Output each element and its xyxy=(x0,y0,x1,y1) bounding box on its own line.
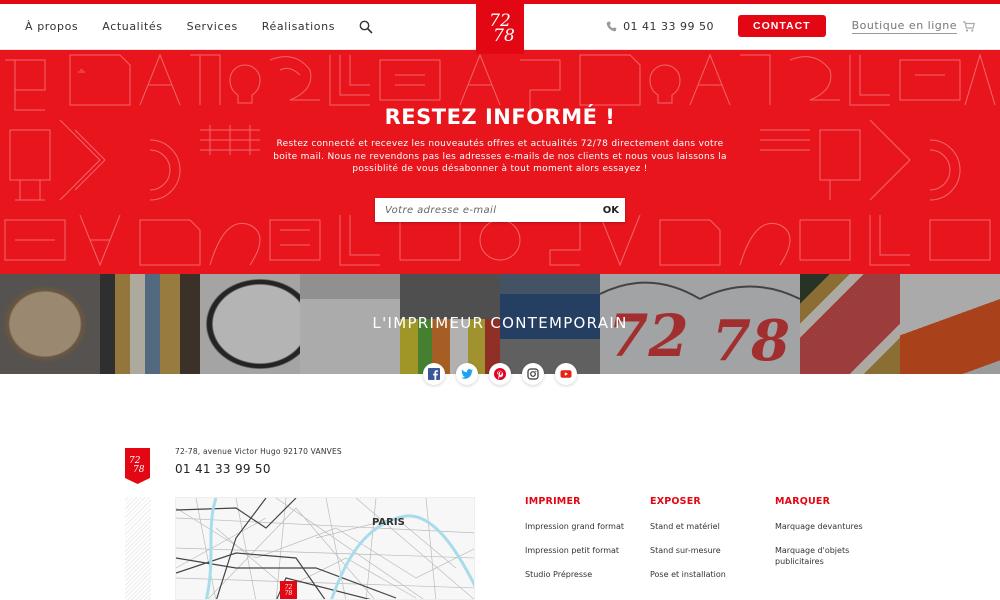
pin-bottom-number: 78 xyxy=(284,590,293,597)
shop-link[interactable]: Boutique en ligne xyxy=(851,18,975,34)
map-location-pin[interactable]: 72 78 xyxy=(280,581,297,599)
site-logo[interactable]: 72 78 xyxy=(476,4,524,54)
nav-services[interactable]: Services xyxy=(187,20,238,33)
logo-bottom-number: 78 xyxy=(493,26,515,46)
location-map[interactable]: PARIS 72 78 xyxy=(175,497,475,600)
nav-about[interactable]: À propos xyxy=(25,20,78,33)
footer-phone[interactable]: 01 41 33 99 50 xyxy=(175,462,271,476)
footer-link[interactable]: Stand et matériel xyxy=(650,521,775,532)
column-title: MARQUER xyxy=(775,496,831,507)
footer-link[interactable]: Pose et installation xyxy=(650,569,775,580)
band-title: L'IMPRIMEUR CONTEMPORAIN xyxy=(372,314,628,332)
search-icon[interactable] xyxy=(359,19,373,34)
footer-column-marquer: MARQUER Marquage devantures Marquage d'o… xyxy=(775,496,900,593)
email-input[interactable] xyxy=(375,204,597,216)
footer-column-exposer: EXPOSER Stand et matériel Stand sur-mesu… xyxy=(650,496,775,593)
footer-column-imprimer: IMPRIMER Impression grand format Impress… xyxy=(525,496,650,593)
cart-icon xyxy=(963,20,975,32)
instagram-link[interactable] xyxy=(522,363,544,385)
decorative-hatch xyxy=(125,497,151,600)
youtube-icon xyxy=(560,370,572,378)
phone-icon xyxy=(606,20,617,31)
nav-portfolio[interactable]: Réalisations xyxy=(262,20,335,33)
shop-link-label: Boutique en ligne xyxy=(851,18,957,34)
newsletter-description: Restez connecté et recevez les nouveauté… xyxy=(273,139,727,174)
column-title: IMPRIMER xyxy=(525,496,581,507)
footer-service-columns: IMPRIMER Impression grand format Impress… xyxy=(525,496,900,593)
instagram-icon xyxy=(527,368,539,380)
social-links xyxy=(423,363,577,385)
footer-logo: 72 78 xyxy=(125,448,150,484)
footer-link[interactable]: Marquage devantures xyxy=(775,521,900,532)
svg-text:72: 72 xyxy=(608,302,689,370)
map-label-paris: PARIS xyxy=(372,517,405,528)
twitter-icon xyxy=(461,369,473,379)
footer-link[interactable]: Marquage d'objets publicitaires xyxy=(775,545,865,567)
facebook-icon xyxy=(428,368,440,380)
footer-address: 72-78, avenue Victor Hugo 92170 VANVES xyxy=(175,447,342,456)
newsletter-title: RESTEZ INFORMÉ ! xyxy=(384,105,616,129)
footer-link[interactable]: Impression grand format xyxy=(525,521,650,532)
column-title: EXPOSER xyxy=(650,496,701,507)
newsletter-section: RESTEZ INFORMÉ ! Restez connecté et rece… xyxy=(0,50,1000,274)
svg-text:78: 78 xyxy=(133,465,145,475)
pinterest-link[interactable] xyxy=(489,363,511,385)
header-phone[interactable]: 01 41 33 99 50 xyxy=(606,20,714,33)
header-actions: 01 41 33 99 50 CONTACT Boutique en ligne xyxy=(606,4,975,48)
contact-button[interactable]: CONTACT xyxy=(738,15,826,37)
youtube-link[interactable] xyxy=(555,363,577,385)
twitter-link[interactable] xyxy=(456,363,478,385)
facebook-link[interactable] xyxy=(423,363,445,385)
header-phone-number: 01 41 33 99 50 xyxy=(623,19,715,33)
footer-link[interactable]: Stand sur-mesure xyxy=(650,545,775,556)
subscribe-button[interactable]: OK xyxy=(597,205,625,216)
newsletter-form: OK xyxy=(375,198,625,222)
footer-link[interactable]: Impression petit format xyxy=(525,545,650,556)
pinterest-icon xyxy=(494,368,506,380)
footer-link[interactable]: Studio Prépresse xyxy=(525,569,650,580)
nav-news[interactable]: Actualités xyxy=(102,20,162,33)
main-nav: À propos Actualités Services Réalisation… xyxy=(25,4,373,48)
map-streets xyxy=(176,498,474,599)
